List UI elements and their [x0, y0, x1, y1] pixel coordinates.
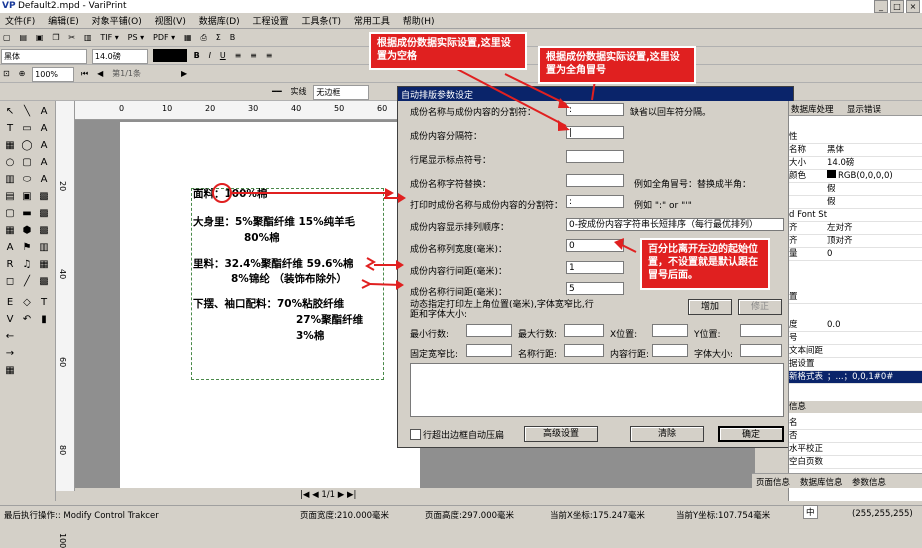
bracket-mark — [361, 279, 373, 289]
arrow-head — [396, 280, 404, 290]
ruler-tick-label: 100 — [58, 533, 67, 548]
annotation-overlay — [212, 67, 637, 290]
callout-space: 根据成份数据实际设置,这里设置为空格 — [369, 32, 527, 70]
arrow-head — [396, 260, 404, 270]
arrow-head — [558, 120, 570, 131]
arrow-head — [558, 98, 570, 108]
arrow-head — [385, 188, 394, 198]
bracket-mark — [364, 257, 377, 271]
callout-offset: 百分比离开左边的起始位置，不设置就是默认跟在冒号后面。 — [640, 238, 770, 290]
arrow-head — [398, 193, 406, 203]
highlight-circle — [212, 183, 232, 203]
arrow-head — [614, 238, 624, 250]
callout-colon: 根据成份数据实际设置,这里设置为全角冒号 — [538, 46, 696, 84]
